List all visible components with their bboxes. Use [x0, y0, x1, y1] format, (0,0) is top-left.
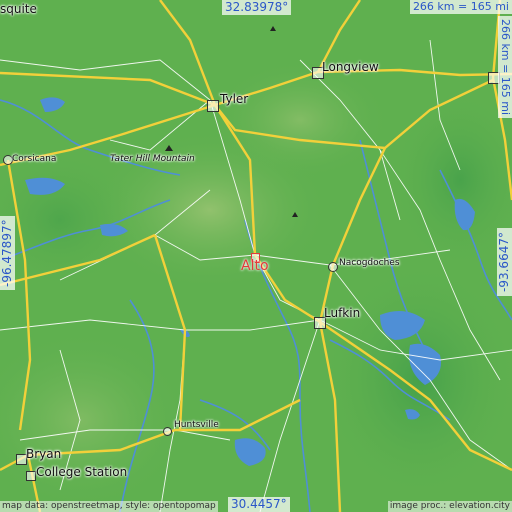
place-label-huntsville: Huntsville [174, 420, 219, 430]
city-marker-nacogdoches [328, 262, 338, 272]
coord-left: -96.47897° [0, 216, 15, 290]
place-label-college-station: College Station [36, 465, 128, 479]
scale-horizontal: 266 km = 165 mi [409, 0, 512, 14]
place-label-corsicana: Corsicana [12, 154, 57, 164]
credit-map-data: map data: openstreetmap, style: opentopo… [0, 501, 218, 512]
scale-vertical: 266 km = 165 mi [498, 16, 512, 119]
city-marker-tyler [207, 100, 219, 112]
mountain-peak-icon [165, 145, 173, 151]
place-label-tyler: Tyler [220, 92, 249, 106]
place-label-lufkin: Lufkin [324, 306, 361, 320]
place-label-longview: Longview [322, 60, 379, 74]
credit-image-proc: image proc.: elevation.city [387, 501, 512, 512]
coord-top: 32.83978° [222, 0, 292, 15]
peak-icon-2 [270, 26, 276, 31]
peak-icon [292, 212, 298, 217]
city-marker-huntsville [163, 427, 172, 436]
city-marker-college-station [26, 471, 36, 481]
place-label-bryan: Bryan [26, 447, 62, 461]
map-view[interactable]: squite Longview Tyler Corsicana Tater Hi… [0, 0, 512, 512]
coord-bottom: 30.4457° [228, 497, 290, 512]
place-label-nacogdoches: Nacogdoches [339, 258, 400, 268]
target-label: Alto [241, 258, 269, 274]
place-label-tater-hill: Tater Hill Mountain [110, 154, 195, 164]
place-label-squite: squite [0, 2, 37, 16]
coord-right: -93.6647° [497, 228, 512, 296]
